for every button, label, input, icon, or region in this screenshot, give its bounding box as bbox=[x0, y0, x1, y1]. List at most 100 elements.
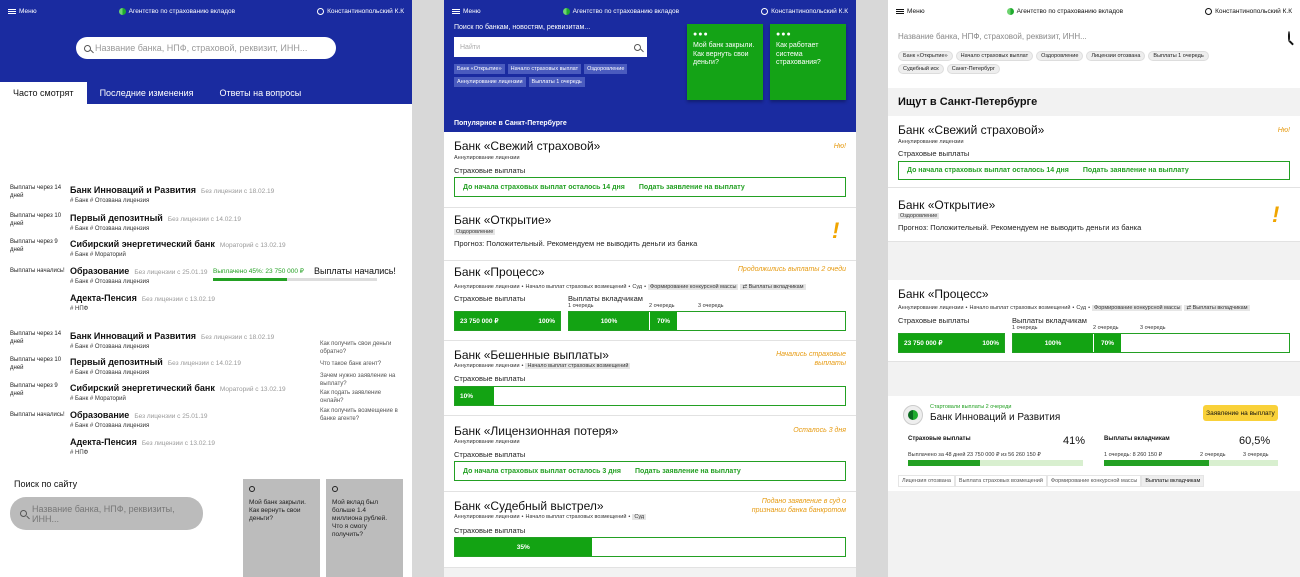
user-name: Константинопольский К.К bbox=[771, 7, 848, 15]
faq-link[interactable]: Как подать заявление онлайн? bbox=[320, 390, 402, 405]
row-meta: Мораторий с 13.02.19 bbox=[219, 242, 286, 249]
bank-note: Ню! bbox=[833, 143, 846, 150]
filter-chip[interactable]: Оздоровление bbox=[1036, 51, 1084, 61]
search-input[interactable]: Название банка, НПФ, страховой, реквизит… bbox=[76, 37, 336, 59]
search-button[interactable] bbox=[1288, 30, 1290, 42]
search-icon bbox=[20, 510, 27, 517]
apply-link[interactable]: Подать заявление на выплату bbox=[621, 468, 741, 475]
queue-label: 3 очередь bbox=[1140, 325, 1166, 331]
row-status: Выплаты через 10 дней bbox=[10, 213, 62, 227]
tag: Суд bbox=[632, 514, 647, 520]
ins-label: Страховые выплаты bbox=[454, 450, 526, 459]
hero-header: Меню Агентство по страхованию вкладов Ко… bbox=[444, 0, 856, 132]
countdown-text: До начала страховых выплат осталось 14 д… bbox=[907, 167, 1069, 174]
top-bar: Меню Агентство по страхованию вкладов Ко… bbox=[888, 0, 1300, 22]
agency-logo-link[interactable]: Агентство по страхованию вкладов bbox=[562, 7, 679, 15]
tab-competition-mass[interactable]: Формирование конкурсной массы bbox=[1046, 475, 1142, 487]
filter-chip[interactable]: Аннулирование лицензии bbox=[454, 77, 526, 87]
tab-licence-revoked[interactable]: Лицензия отозвана bbox=[898, 475, 955, 487]
tag: Аннулирование лицензии bbox=[454, 155, 520, 161]
row-meta: Мораторий с 13.02.19 bbox=[219, 386, 286, 393]
bank-card-process[interactable]: Банк «Процесс» Продолжились выплаты 2 оч… bbox=[444, 261, 856, 341]
agency-logo-link[interactable]: Агентство по страхованию вкладов bbox=[1006, 7, 1124, 15]
agency-logo-link[interactable]: Агентство по страхованию вкладов bbox=[118, 7, 235, 15]
bank-card-otkritie[interactable]: Банк «Открытие» Оздоровление Прогноз: По… bbox=[888, 188, 1300, 242]
filter-chip[interactable]: Судебный иск bbox=[898, 64, 944, 74]
agency-logo-icon bbox=[562, 7, 570, 15]
filter-chip[interactable]: Банк «Открытие» bbox=[454, 64, 505, 74]
queue-2-segment: 70% bbox=[1094, 334, 1122, 352]
bank-subtitle: Стартовали выплаты 2 очереди bbox=[930, 404, 1012, 410]
apply-button[interactable]: Заявление на выплату bbox=[1203, 405, 1278, 421]
faq-link[interactable]: Что такое банк агент? bbox=[320, 361, 402, 369]
warning-icon: ! bbox=[832, 218, 840, 243]
bank-card-innovations[interactable]: Стартовали выплаты 2 очереди Банк Иннова… bbox=[888, 396, 1300, 491]
forecast-text: Прогноз: Положительный. Рекомендуем не в… bbox=[454, 239, 698, 248]
faq-link[interactable]: Зачем нужно заявление на выплату? bbox=[320, 373, 402, 388]
row-name: Образование Без лицензии с 25.01.19 bbox=[70, 410, 208, 420]
tab-depositor-payouts[interactable]: Выплаты вкладчикам bbox=[1141, 475, 1205, 487]
filter-chip[interactable]: Оздоровление bbox=[584, 64, 628, 74]
bank-card-process[interactable]: Банк «Процесс» Аннулирование лицензии • Н… bbox=[888, 280, 1300, 362]
help-card[interactable]: ●●● Мой банк закрыли. Как вернуть свои де… bbox=[687, 24, 763, 100]
tab-recent-changes[interactable]: Последние изменения bbox=[87, 82, 207, 104]
tag-sep: • bbox=[521, 363, 524, 369]
queue-label: 1 очередь bbox=[1012, 325, 1038, 331]
agency-logo-icon bbox=[118, 7, 126, 15]
filter-chip[interactable]: Начало страховых выплат bbox=[955, 51, 1034, 61]
help-card[interactable]: Мой банк закрыли. Как вернуть свои деньг… bbox=[243, 479, 320, 577]
tab-insurance-payouts[interactable]: Выплата страховых возмещений bbox=[954, 475, 1047, 487]
ins-payout-bar: 23 750 000 ₽ 100% bbox=[898, 333, 1005, 353]
search-icon bbox=[1288, 30, 1290, 42]
site-search-input[interactable]: Название банка, НПФ, реквизиты, ИНН... bbox=[10, 497, 203, 530]
search-placeholder: Найти bbox=[460, 43, 480, 51]
tag: Оздоровление bbox=[898, 213, 940, 219]
payout-progress-bar bbox=[213, 278, 377, 281]
filter-chip[interactable]: Выплаты 1 очередь bbox=[1148, 51, 1209, 61]
faq-link[interactable]: Как получить свои деньги обратно? bbox=[320, 341, 402, 356]
menu-button[interactable]: Меню bbox=[452, 8, 481, 15]
filter-chip[interactable]: Лицензии отозвана bbox=[1086, 51, 1146, 61]
search-input[interactable]: Найти bbox=[454, 37, 647, 57]
tab-popular[interactable]: Часто смотрят bbox=[0, 82, 87, 104]
help-card[interactable]: ●●● Как работает система страхования? bbox=[770, 24, 846, 100]
user-menu[interactable]: Константинопольский К.К bbox=[1205, 7, 1292, 15]
user-menu[interactable]: Константинопольский К.К bbox=[317, 7, 404, 15]
queue-label: 2 очередь bbox=[649, 303, 675, 309]
tag: Суд bbox=[1076, 305, 1087, 311]
ins-payout-bar: 10% bbox=[454, 386, 846, 406]
top-bar: Меню Агентство по страхованию вкладов Ко… bbox=[444, 0, 856, 22]
tag: Аннулирование лицензии bbox=[454, 363, 520, 369]
bank-card-otkritie[interactable]: Банк «Открытие» Оздоровление Прогноз: По… bbox=[444, 208, 856, 261]
bank-card-fresh[interactable]: Банк «Свежий страховой» Ню! Аннулировани… bbox=[888, 116, 1300, 188]
menu-button[interactable]: Меню bbox=[896, 8, 925, 15]
agency-name: Агентство по страхованию вкладов bbox=[1016, 7, 1124, 15]
help-card[interactable]: Мой вклад был больше 1.4 миллиона рублей… bbox=[326, 479, 403, 577]
bank-card-licence-loss[interactable]: Банк «Лицензионная потеря» Осталось 3 дн… bbox=[444, 416, 856, 492]
row-meta: Без лицензии с 25.01.19 bbox=[134, 269, 208, 276]
bank-tags: Аннулирование лицензии bbox=[898, 139, 964, 145]
apply-link[interactable]: Подать заявление на выплату bbox=[625, 184, 745, 191]
filter-chip[interactable]: Банк «Открытие» bbox=[898, 51, 953, 61]
search-input[interactable]: Название банка, НПФ, страховой, реквизит… bbox=[898, 26, 1290, 46]
filter-chip[interactable]: Санкт-Петербург bbox=[946, 64, 1000, 74]
header: Меню Агентство по страхованию вкладов Ко… bbox=[888, 0, 1300, 88]
dep-label: Выплаты вкладчикам bbox=[1104, 436, 1170, 442]
row-tags: # Банк # Мораторий bbox=[70, 252, 126, 258]
bank-card-crazy[interactable]: Банк «Бешенные выплаты» Начались страхов… bbox=[444, 341, 856, 416]
bank-card-court[interactable]: Банк «Судебный выстрел» Подано заявление… bbox=[444, 492, 856, 568]
bank-card-fresh[interactable]: Банк «Свежий страховой» Ню! Аннулировани… bbox=[444, 132, 856, 208]
help-card-text: Мой банк закрыли. Как вернуть свои деньг… bbox=[249, 499, 306, 522]
tag: ⇄ Выплаты вкладчикам bbox=[1184, 305, 1250, 311]
apply-link[interactable]: Подать заявление на выплату bbox=[1069, 167, 1189, 174]
filter-chip[interactable]: Выплаты 1 очередь bbox=[528, 77, 585, 87]
tag-sep: • bbox=[965, 305, 968, 311]
row-name-text: Образование bbox=[70, 410, 130, 420]
faq-link[interactable]: Как получить возмещение в банке агенте? bbox=[320, 408, 402, 423]
menu-button[interactable]: Меню bbox=[8, 8, 37, 15]
row-tags: # НПФ bbox=[70, 306, 89, 312]
tab-faq[interactable]: Ответы на вопросы bbox=[207, 82, 315, 104]
filter-chip[interactable]: Начало страховых выплат bbox=[507, 64, 582, 74]
user-menu[interactable]: Константинопольский К.К bbox=[761, 7, 848, 15]
row-status: Выплаты через 9 дней bbox=[10, 239, 58, 253]
